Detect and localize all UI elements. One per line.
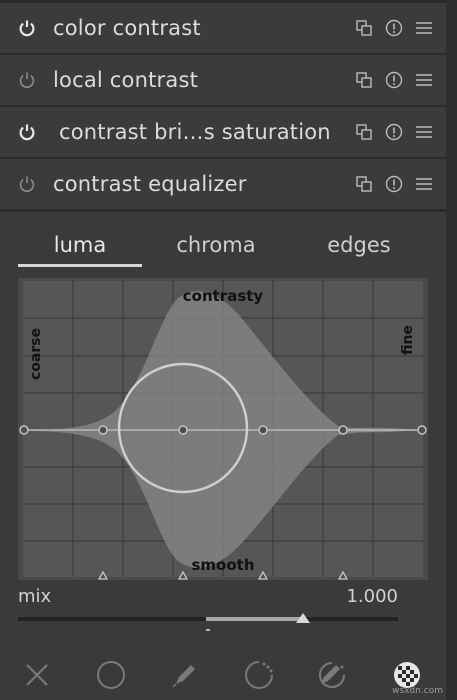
- scrollbar-strip[interactable]: [446, 0, 457, 700]
- mix-value[interactable]: 1.000: [346, 586, 398, 607]
- module-label: color contrast: [53, 16, 201, 40]
- mix-label: mix: [18, 586, 52, 607]
- power-icon[interactable]: [17, 70, 37, 90]
- parametric-mask-icon[interactable]: [222, 650, 296, 700]
- circle-mask-icon[interactable]: [74, 650, 148, 700]
- multi-instance-icon[interactable]: [354, 174, 374, 194]
- label-fine: fine: [400, 325, 416, 355]
- module-local-contrast[interactable]: local contrast: [0, 55, 446, 107]
- reset-icon[interactable]: [384, 18, 404, 38]
- reset-icon[interactable]: [384, 70, 404, 90]
- presets-icon[interactable]: [414, 18, 434, 38]
- tab-bar: luma chroma edges: [0, 225, 446, 269]
- mix-slider-default-marker: [206, 629, 210, 631]
- equalizer-graph[interactable]: contrasty smooth coarse fine: [18, 278, 428, 580]
- drawn-mask-icon[interactable]: [148, 650, 222, 700]
- presets-icon[interactable]: [414, 70, 434, 90]
- label-smooth: smooth: [191, 556, 254, 574]
- label-contrasty: contrasty: [183, 287, 264, 305]
- module-color-contrast[interactable]: color contrast: [0, 3, 446, 55]
- module-label: contrast bri…s saturation: [59, 120, 331, 144]
- power-icon[interactable]: [17, 18, 37, 38]
- mix-slider-fill: [206, 617, 302, 621]
- mask-toolbar: [0, 650, 446, 700]
- active-tab-indicator: [18, 264, 142, 267]
- multi-instance-icon[interactable]: [354, 70, 374, 90]
- module-label: contrast equalizer: [53, 172, 247, 196]
- presets-icon[interactable]: [414, 122, 434, 142]
- reset-icon[interactable]: [384, 174, 404, 194]
- reset-icon[interactable]: [384, 122, 404, 142]
- tab-chroma[interactable]: chroma: [156, 225, 276, 269]
- multi-instance-icon[interactable]: [354, 18, 374, 38]
- mix-slider-thumb[interactable]: [296, 613, 310, 623]
- label-coarse: coarse: [28, 328, 44, 380]
- drawn-parametric-mask-icon[interactable]: [296, 650, 370, 700]
- power-icon[interactable]: [17, 174, 37, 194]
- power-icon[interactable]: [17, 122, 37, 142]
- presets-icon[interactable]: [414, 174, 434, 194]
- module-contrast-equalizer[interactable]: contrast equalizer: [0, 159, 446, 211]
- close-icon[interactable]: [0, 650, 74, 700]
- tab-luma[interactable]: luma: [18, 225, 142, 269]
- module-contrast-brightness-saturation[interactable]: contrast bri…s saturation: [0, 107, 446, 159]
- watermark: wsxdn.com: [392, 686, 443, 696]
- multi-instance-icon[interactable]: [354, 122, 374, 142]
- tab-edges[interactable]: edges: [300, 225, 418, 269]
- module-label: local contrast: [53, 68, 199, 92]
